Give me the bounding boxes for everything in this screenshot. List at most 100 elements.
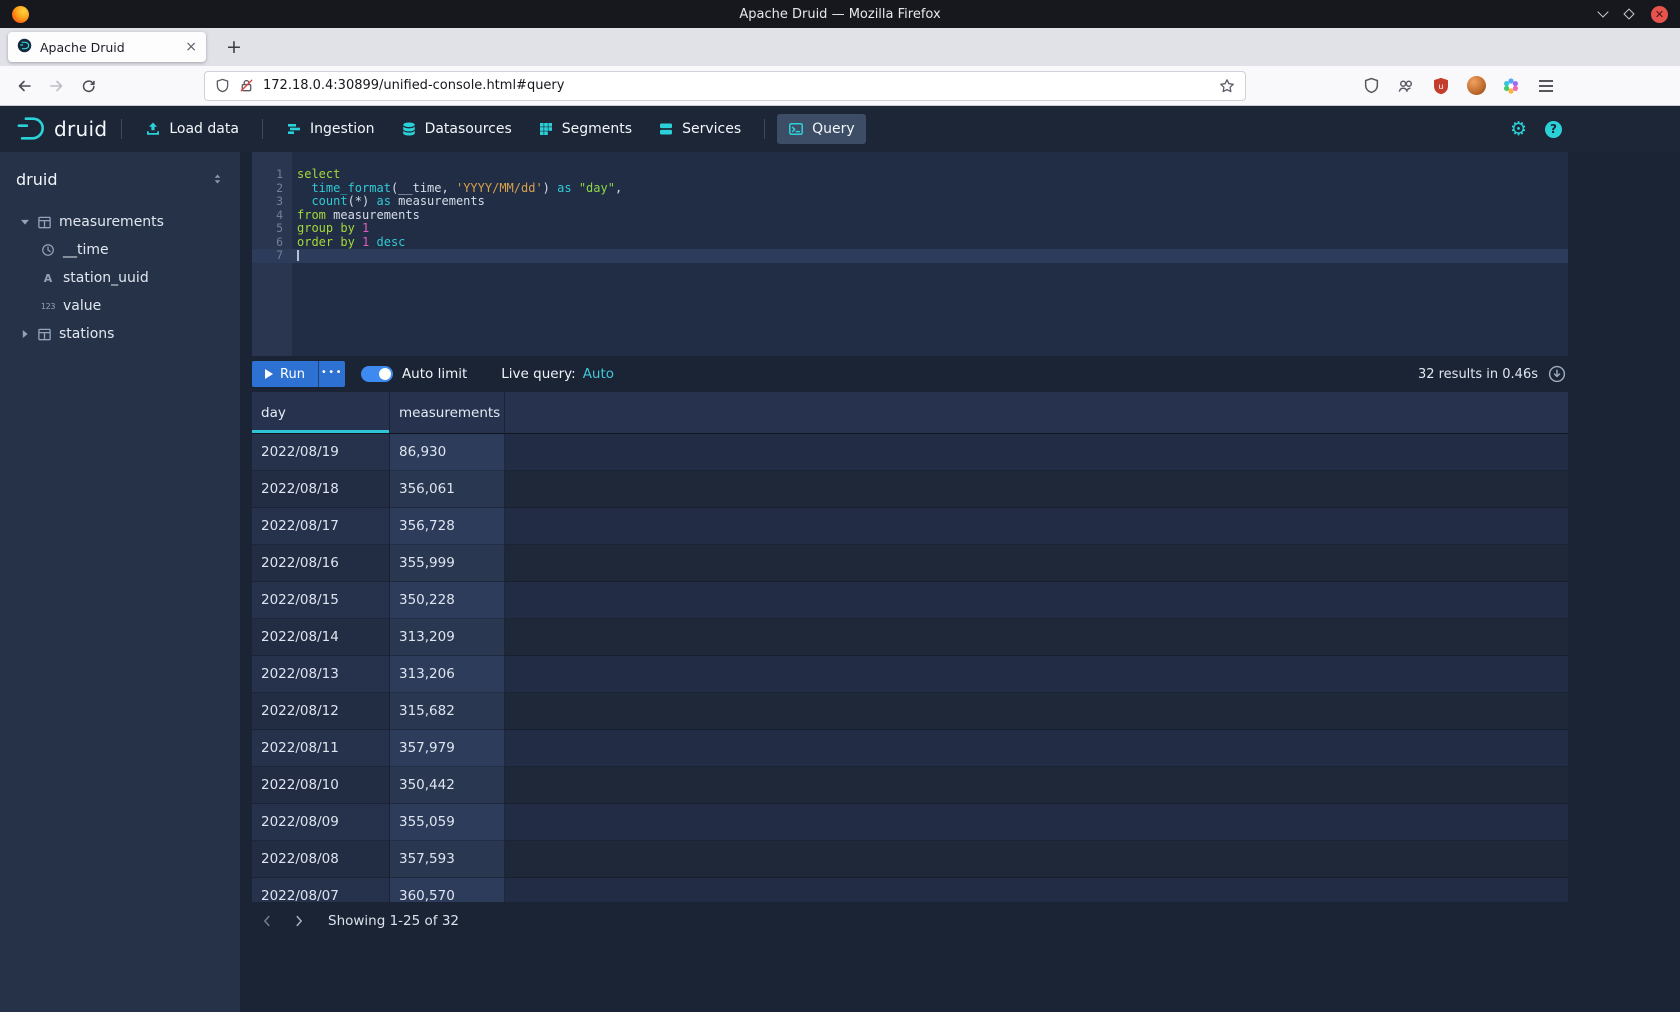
cell-day[interactable]: 2022/08/17 — [252, 508, 390, 545]
table-row[interactable]: 2022/08/07360,570 — [252, 878, 1568, 902]
column-header-day[interactable]: day — [252, 392, 390, 433]
chevron-down-icon[interactable] — [16, 215, 34, 229]
prev-page-button[interactable] — [252, 906, 282, 936]
tree-column-station-uuid[interactable]: Astation_uuid — [0, 264, 240, 292]
bookmark-star-icon[interactable] — [1219, 78, 1235, 94]
cell-measurements[interactable]: 357,593 — [390, 841, 505, 878]
cell-day[interactable]: 2022/08/08 — [252, 841, 390, 878]
string-icon: A — [38, 272, 58, 285]
cell-day[interactable]: 2022/08/13 — [252, 656, 390, 693]
table-row[interactable]: 2022/08/14313,209 — [252, 619, 1568, 656]
help-icon[interactable]: ? — [1545, 121, 1562, 138]
table-row[interactable]: 2022/08/17356,728 — [252, 508, 1568, 545]
extension-accounts-icon[interactable] — [1392, 72, 1420, 100]
minimize-icon — [1597, 6, 1608, 17]
cell-filler — [505, 841, 1568, 878]
tree-column-value[interactable]: 123value — [0, 292, 240, 320]
ublock-icon[interactable]: u — [1427, 72, 1455, 100]
reload-button[interactable] — [72, 71, 104, 101]
browser-tab[interactable]: Apache Druid × — [8, 32, 206, 62]
table-row[interactable]: 2022/08/12315,682 — [252, 693, 1568, 730]
cell-day[interactable]: 2022/08/11 — [252, 730, 390, 767]
auto-limit-toggle[interactable]: Auto limit — [361, 366, 467, 382]
column-header-measurements[interactable]: measurements — [390, 392, 505, 433]
insecure-lock-icon[interactable] — [239, 78, 254, 93]
cell-day[interactable]: 2022/08/19 — [252, 434, 390, 471]
cell-measurements[interactable]: 355,999 — [390, 545, 505, 582]
tracking-shield-icon[interactable] — [215, 78, 230, 93]
extension-avatar-icon[interactable] — [1462, 72, 1490, 100]
nav-item-datasources[interactable]: Datasources — [390, 114, 523, 144]
sql-editor[interactable]: 1234567 select time_format(__time, 'YYYY… — [252, 152, 1568, 356]
ingestion-icon — [286, 121, 302, 137]
cell-measurements[interactable]: 313,209 — [390, 619, 505, 656]
cell-measurements[interactable]: 350,442 — [390, 767, 505, 804]
window-minimize-button[interactable] — [1599, 12, 1607, 16]
line-number: 3 — [252, 195, 292, 209]
cell-day[interactable]: 2022/08/16 — [252, 545, 390, 582]
table-row[interactable]: 2022/08/18356,061 — [252, 471, 1568, 508]
chevron-right-icon[interactable] — [16, 327, 34, 341]
url-bar[interactable]: 172.18.0.4:30899/unified-console.html#qu… — [204, 71, 1246, 101]
table-row[interactable]: 2022/08/16355,999 — [252, 545, 1568, 582]
table-row[interactable]: 2022/08/09355,059 — [252, 804, 1568, 841]
nav-item-ingestion[interactable]: Ingestion — [275, 114, 386, 144]
table-row[interactable]: 2022/08/11357,979 — [252, 730, 1568, 767]
nav-item-services[interactable]: Services — [647, 114, 752, 144]
nav-item-query[interactable]: Query — [777, 114, 866, 144]
druid-favicon-icon — [17, 38, 32, 57]
tree-label: __time — [63, 242, 109, 258]
tree-table-measurements[interactable]: measurements — [0, 208, 240, 236]
forward-button[interactable] — [40, 71, 72, 101]
nav-item-label: Query — [812, 121, 855, 137]
live-query-value[interactable]: Auto — [583, 366, 614, 382]
toggle-switch[interactable] — [361, 366, 393, 382]
window-maximize-button[interactable] — [1625, 10, 1633, 18]
run-more-button[interactable]: ••• — [318, 361, 345, 387]
tree-column--time[interactable]: __time — [0, 236, 240, 264]
menu-button[interactable] — [1532, 72, 1560, 100]
cell-day[interactable]: 2022/08/12 — [252, 693, 390, 730]
table-row[interactable]: 2022/08/10350,442 — [252, 767, 1568, 804]
cell-day[interactable]: 2022/08/14 — [252, 619, 390, 656]
nav-item-segments[interactable]: Segments — [527, 114, 643, 144]
cell-measurements[interactable]: 356,061 — [390, 471, 505, 508]
cell-measurements[interactable]: 315,682 — [390, 693, 505, 730]
cell-measurements[interactable]: 350,228 — [390, 582, 505, 619]
tab-close-icon[interactable]: × — [185, 40, 197, 54]
run-button[interactable]: Run — [252, 361, 318, 387]
table-row[interactable]: 2022/08/15350,228 — [252, 582, 1568, 619]
cell-measurements[interactable]: 360,570 — [390, 878, 505, 902]
more-dots-icon: ••• — [321, 367, 343, 378]
extension-shield-icon[interactable] — [1357, 72, 1385, 100]
cell-day[interactable]: 2022/08/07 — [252, 878, 390, 902]
back-button[interactable] — [8, 71, 40, 101]
cell-measurements[interactable]: 313,206 — [390, 656, 505, 693]
druid-logo[interactable]: druid — [16, 115, 107, 143]
nav-item-load-data[interactable]: Load data — [134, 114, 250, 144]
cell-measurements[interactable]: 355,059 — [390, 804, 505, 841]
url-text[interactable]: 172.18.0.4:30899/unified-console.html#qu… — [263, 78, 1210, 93]
window-close-button[interactable]: ✕ — [1651, 6, 1668, 23]
tree-table-stations[interactable]: stations — [0, 320, 240, 348]
cell-measurements[interactable]: 357,979 — [390, 730, 505, 767]
gear-icon[interactable]: ⚙ — [1510, 120, 1527, 139]
double-caret-icon[interactable] — [211, 172, 224, 186]
cell-measurements[interactable]: 86,930 — [390, 434, 505, 471]
download-icon[interactable] — [1548, 365, 1566, 383]
editor-code[interactable]: select time_format(__time, 'YYYY/MM/dd')… — [292, 152, 1568, 356]
cell-measurements[interactable]: 356,728 — [390, 508, 505, 545]
results-body: 2022/08/1986,9302022/08/18356,0612022/08… — [252, 434, 1568, 902]
new-tab-button[interactable]: + — [220, 38, 248, 57]
back-icon — [16, 78, 33, 94]
cell-day[interactable]: 2022/08/15 — [252, 582, 390, 619]
table-row[interactable]: 2022/08/08357,593 — [252, 841, 1568, 878]
cell-day[interactable]: 2022/08/09 — [252, 804, 390, 841]
table-row[interactable]: 2022/08/1986,930 — [252, 434, 1568, 471]
table-row[interactable]: 2022/08/13313,206 — [252, 656, 1568, 693]
cell-day[interactable]: 2022/08/18 — [252, 471, 390, 508]
extension-pinwheel-icon[interactable] — [1497, 72, 1525, 100]
run-button-label: Run — [280, 367, 305, 382]
cell-day[interactable]: 2022/08/10 — [252, 767, 390, 804]
next-page-button[interactable] — [284, 906, 314, 936]
